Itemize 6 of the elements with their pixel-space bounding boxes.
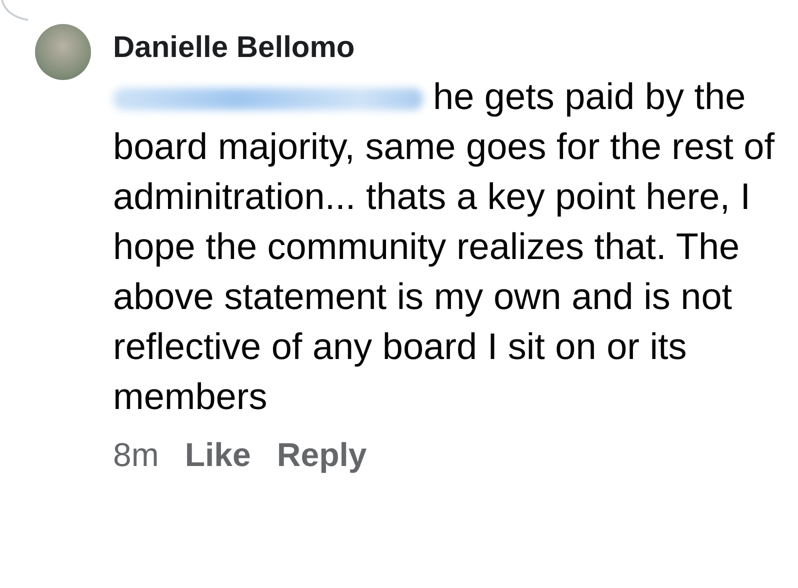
comment-text: he gets paid by the board majority, same goes for the rest of adminitration... thats a key point here, I hope the community realizes that. The above statement is my own and is not reflective of any board I sit on or its members xyxy=(113,75,776,419)
reply-link[interactable]: Reply xyxy=(276,436,367,474)
like-link[interactable]: Like xyxy=(184,436,251,474)
thread-line xyxy=(0,0,30,22)
author-name[interactable]: Danielle Bellomo xyxy=(113,30,793,66)
comment-time: 8m xyxy=(113,436,159,474)
